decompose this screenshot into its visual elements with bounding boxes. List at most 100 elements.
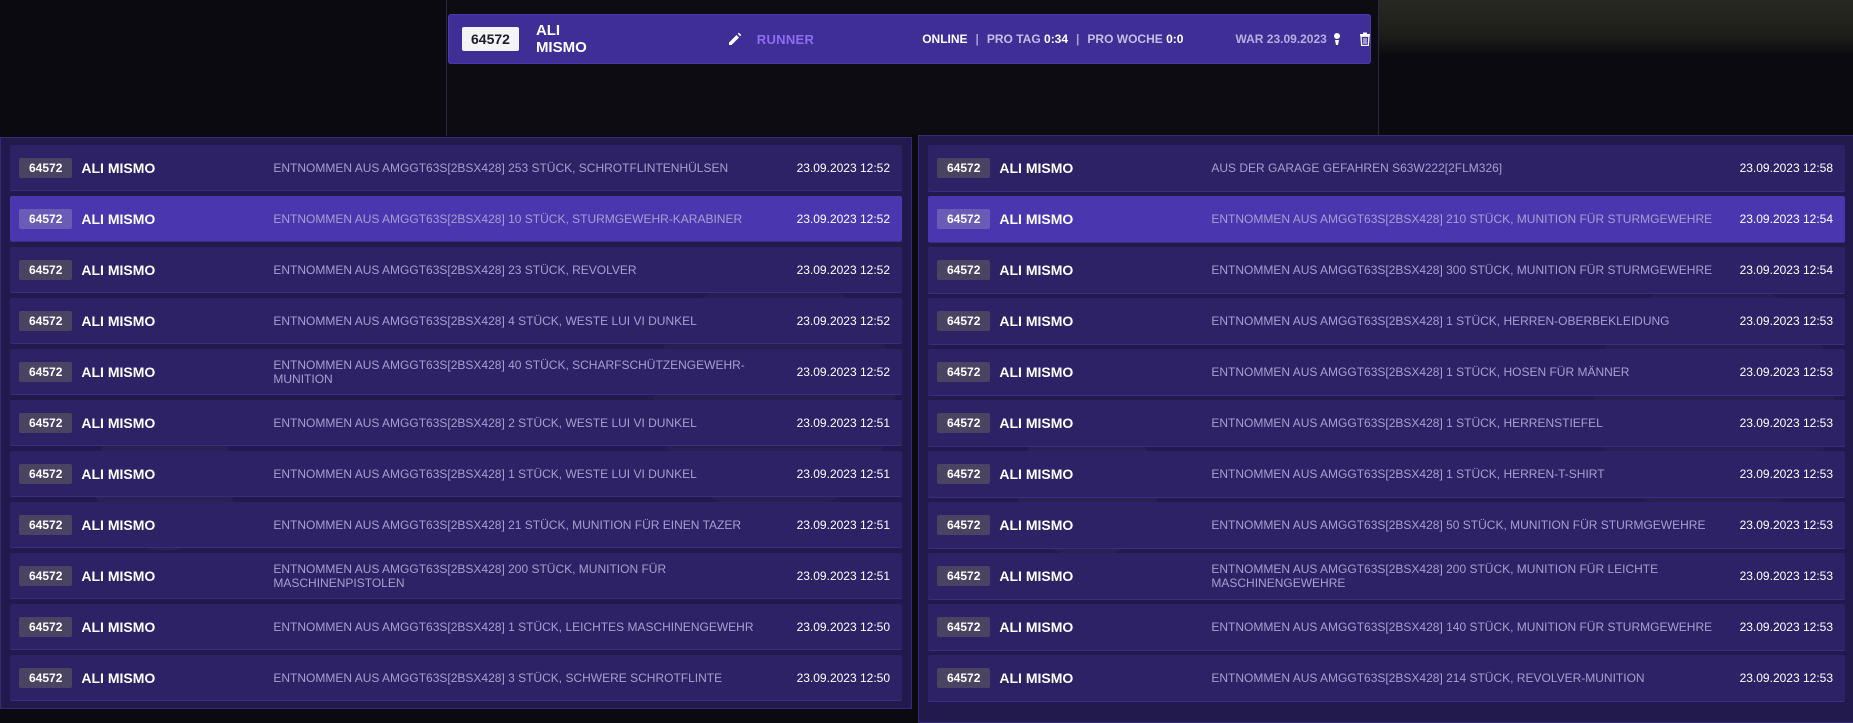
log-action-text: ENTNOMMEN AUS AMGGT63S[2BSX428] 40 STÜCK… <box>273 357 745 386</box>
log-row[interactable]: 64572 ALI MISMO ENTNOMMEN AUS AMGGT63S[2BS… <box>10 400 902 445</box>
log-row[interactable]: 64572 ALI MISMO AUS DER GARAGE GEFAHREN S6… <box>928 145 1845 191</box>
log-timestamp: 23.09.2023 12:53 <box>1739 314 1833 328</box>
log-member-name: ALI MISMO <box>81 618 156 635</box>
header-actions <box>1327 29 1375 49</box>
log-action-text: ENTNOMMEN AUS AMGGT63S[2BSX428] 214 STÜC… <box>1211 671 1645 685</box>
log-row[interactable]: 64572 ALI MISMO ENTNOMMEN AUS AMGGT63S[2BS… <box>10 145 902 190</box>
log-member-id: 64572 <box>937 464 991 484</box>
pro-woche-value: 0:0 <box>1166 32 1184 46</box>
log-action-text: ENTNOMMEN AUS AMGGT63S[2BSX428] 1 STÜCK,… <box>1211 467 1605 481</box>
log-member-name: ALI MISMO <box>81 363 156 380</box>
log-row[interactable]: 64572 ALI MISMO ENTNOMMEN AUS AMGGT63S[2BS… <box>10 502 902 547</box>
log-member-id: 64572 <box>19 310 73 331</box>
log-action-text: ENTNOMMEN AUS AMGGT63S[2BSX428] 140 STÜC… <box>1211 620 1713 634</box>
log-action-text: ENTNOMMEN AUS AMGGT63S[2BSX428] 21 STÜCK… <box>273 517 742 532</box>
log-member-id: 64572 <box>19 565 73 586</box>
log-action-text: ENTNOMMEN AUS AMGGT63S[2BSX428] 253 STÜC… <box>273 160 729 175</box>
log-member-id: 64572 <box>19 463 73 484</box>
log-timestamp: 23.09.2023 12:53 <box>1739 416 1833 430</box>
log-row[interactable]: 64572 ALI MISMO ENTNOMMEN AUS AMGGT63S[2BS… <box>928 349 1845 395</box>
pro-woche-label: PRO WOCHE <box>1087 32 1163 46</box>
log-member-name: ALI MISMO <box>999 364 1074 380</box>
log-member-name: ALI MISMO <box>999 466 1074 482</box>
log-action-text: ENTNOMMEN AUS AMGGT63S[2BSX428] 10 STÜCK… <box>273 211 743 226</box>
trash-icon[interactable] <box>1355 29 1375 49</box>
log-action-text: ENTNOMMEN AUS AMGGT63S[2BSX428] 1 STÜCK,… <box>1211 314 1670 328</box>
member-header-bar: 64572 ALI MISMO RUNNER ONLINE | PRO TAG 0:… <box>448 14 1371 64</box>
log-action-text: ENTNOMMEN AUS AMGGT63S[2BSX428] 1 STÜCK,… <box>273 619 754 634</box>
log-member-id: 64572 <box>19 361 73 382</box>
log-row[interactable]: 64572 ALI MISMO ENTNOMMEN AUS AMGGT63S[2BS… <box>928 196 1845 242</box>
log-row[interactable]: 64572 ALI MISMO ENTNOMMEN AUS AMGGT63S[2BS… <box>10 247 902 292</box>
log-member-name: ALI MISMO <box>999 670 1074 686</box>
log-row[interactable]: 64572 ALI MISMO ENTNOMMEN AUS AMGGT63S[2BS… <box>10 451 902 496</box>
person-icon[interactable] <box>1327 29 1347 49</box>
log-row[interactable]: 64572 ALI MISMO ENTNOMMEN AUS AMGGT63S[2BS… <box>10 604 902 649</box>
member-role[interactable]: RUNNER <box>757 32 814 47</box>
log-timestamp: 23.09.2023 12:51 <box>796 415 890 430</box>
log-member-id: 64572 <box>19 208 73 229</box>
log-member-id: 64572 <box>937 209 991 229</box>
log-timestamp: 23.09.2023 12:52 <box>796 364 890 379</box>
log-action-text: AUS DER GARAGE GEFAHREN S63W222[2FLM326] <box>1211 161 1503 175</box>
log-member-id: 64572 <box>937 311 991 331</box>
log-member-name: ALI MISMO <box>81 669 156 686</box>
log-panel-right: 64572 ALI MISMO AUS DER GARAGE GEFAHREN S6… <box>918 135 1853 723</box>
log-row[interactable]: 64572 ALI MISMO ENTNOMMEN AUS AMGGT63S[2BS… <box>10 298 902 343</box>
log-timestamp: 23.09.2023 12:52 <box>796 313 890 328</box>
log-timestamp: 23.09.2023 12:53 <box>1739 569 1833 583</box>
log-member-id: 64572 <box>937 362 991 382</box>
log-timestamp: 23.09.2023 12:51 <box>796 466 890 481</box>
log-timestamp: 23.09.2023 12:50 <box>796 670 890 685</box>
member-name: ALI MISMO <box>535 22 587 56</box>
log-row[interactable]: 64572 ALI MISMO ENTNOMMEN AUS AMGGT63S[2BS… <box>928 655 1845 701</box>
log-timestamp: 23.09.2023 12:58 <box>1739 161 1833 175</box>
log-member-id: 64572 <box>937 158 991 178</box>
log-row[interactable]: 64572 ALI MISMO ENTNOMMEN AUS AMGGT63S[2BS… <box>928 400 1845 446</box>
log-member-id: 64572 <box>19 259 73 280</box>
pencil-icon[interactable] <box>727 28 743 50</box>
log-timestamp: 23.09.2023 12:53 <box>1739 671 1833 685</box>
log-timestamp: 23.09.2023 12:53 <box>1739 365 1833 379</box>
log-member-id: 64572 <box>937 668 991 688</box>
log-timestamp: 23.09.2023 12:54 <box>1739 263 1833 277</box>
log-row[interactable]: 64572 ALI MISMO ENTNOMMEN AUS AMGGT63S[2BS… <box>928 298 1845 344</box>
log-member-id: 64572 <box>937 515 991 535</box>
log-timestamp: 23.09.2023 12:52 <box>796 211 890 226</box>
log-action-text: ENTNOMMEN AUS AMGGT63S[2BSX428] 200 STÜC… <box>273 561 667 590</box>
log-member-name: ALI MISMO <box>999 160 1074 176</box>
log-timestamp: 23.09.2023 12:51 <box>796 568 890 583</box>
log-action-text: ENTNOMMEN AUS AMGGT63S[2BSX428] 1 STÜCK,… <box>1211 416 1603 430</box>
pro-tag-label: PRO TAG <box>986 32 1041 46</box>
log-action-text: ENTNOMMEN AUS AMGGT63S[2BSX428] 4 STÜCK,… <box>273 313 697 328</box>
log-member-id: 64572 <box>19 412 73 433</box>
log-row[interactable]: 64572 ALI MISMO ENTNOMMEN AUS AMGGT63S[2BS… <box>10 655 902 700</box>
log-timestamp: 23.09.2023 12:52 <box>796 160 890 175</box>
log-row[interactable]: 64572 ALI MISMO ENTNOMMEN AUS AMGGT63S[2BS… <box>928 502 1845 548</box>
log-row[interactable]: 64572 ALI MISMO ENTNOMMEN AUS AMGGT63S[2BS… <box>928 451 1845 497</box>
log-member-name: ALI MISMO <box>81 414 156 431</box>
log-member-name: ALI MISMO <box>999 211 1074 227</box>
log-row[interactable]: 64572 ALI MISMO ENTNOMMEN AUS AMGGT63S[2BS… <box>10 196 902 241</box>
log-member-name: ALI MISMO <box>81 261 156 278</box>
log-list-left: 64572 ALI MISMO ENTNOMMEN AUS AMGGT63S[2BS… <box>10 145 902 706</box>
log-member-id: 64572 <box>19 157 73 178</box>
log-member-id: 64572 <box>937 617 991 637</box>
member-stats: ONLINE | PRO TAG 0:34 | PRO WOCHE 0:0 <box>922 32 1184 46</box>
log-timestamp: 23.09.2023 12:53 <box>1739 620 1833 634</box>
log-row[interactable]: 64572 ALI MISMO ENTNOMMEN AUS AMGGT63S[2BS… <box>10 349 902 394</box>
log-row[interactable]: 64572 ALI MISMO ENTNOMMEN AUS AMGGT63S[2BS… <box>10 553 902 598</box>
log-row[interactable]: 64572 ALI MISMO ENTNOMMEN AUS AMGGT63S[2BS… <box>928 604 1845 650</box>
log-action-text: ENTNOMMEN AUS AMGGT63S[2BSX428] 3 STÜCK,… <box>273 670 723 685</box>
member-id-badge: 64572 <box>462 27 519 51</box>
log-row[interactable]: 64572 ALI MISMO ENTNOMMEN AUS AMGGT63S[2BS… <box>928 247 1845 293</box>
log-member-id: 64572 <box>937 260 991 280</box>
log-row[interactable]: 64572 ALI MISMO ENTNOMMEN AUS AMGGT63S[2BS… <box>928 553 1845 599</box>
log-member-id: 64572 <box>19 514 73 535</box>
log-member-name: ALI MISMO <box>81 465 156 482</box>
log-timestamp: 23.09.2023 12:53 <box>1739 518 1833 532</box>
log-member-id: 64572 <box>937 566 991 586</box>
pro-tag-value: 0:34 <box>1044 32 1069 46</box>
log-member-name: ALI MISMO <box>999 262 1074 278</box>
log-timestamp: 23.09.2023 12:54 <box>1739 212 1833 226</box>
